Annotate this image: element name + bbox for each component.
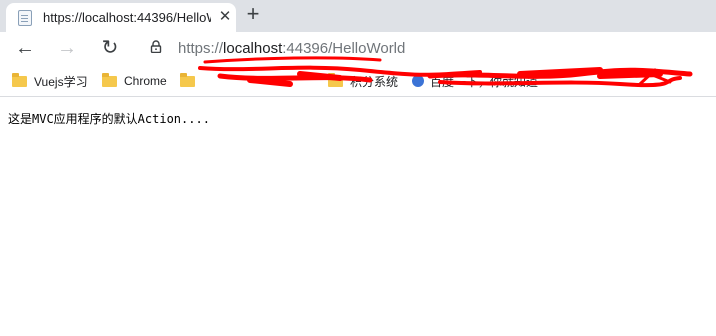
browser-tab[interactable]: https://localhost:44396/HelloWorld ✕ (6, 3, 236, 32)
reload-button[interactable]: ↻ (98, 36, 122, 60)
bookmark-folder[interactable] (180, 72, 202, 90)
back-button[interactable]: ← (13, 36, 37, 60)
bookmark-chrome[interactable]: Chrome (102, 72, 167, 90)
folder-icon (102, 72, 117, 87)
url-scheme: https:// (178, 40, 224, 57)
folder-icon (328, 72, 343, 87)
close-tab-icon[interactable]: ✕ (216, 8, 234, 26)
folder-icon (12, 72, 27, 87)
page-body-text: 这是MVC应用程序的默认Action.... (8, 112, 210, 126)
url-host: localhost (223, 40, 283, 57)
tab-title: https://localhost:44396/HelloWorld (43, 10, 211, 25)
folder-icon (180, 72, 195, 87)
toolbar: ← → ↻ https://localhost:44396/HelloWorld (0, 32, 716, 64)
bookmark-points-system[interactable]: 积分系统 (328, 72, 398, 90)
bookmark-vuejs[interactable]: Vuejs学习 (12, 72, 88, 90)
forward-button[interactable]: → (55, 36, 79, 60)
bookmarks-bar: Vuejs学习 Chrome 积分系统 百度一下，你就知道 (0, 64, 716, 97)
baidu-icon (412, 75, 424, 87)
tab-strip: https://localhost:44396/HelloWorld ✕ + (0, 0, 716, 32)
bookmark-label: 百度一下，你就知道 (430, 74, 539, 89)
new-tab-button[interactable]: + (242, 3, 264, 26)
bookmark-label: 积分系统 (350, 74, 399, 89)
bookmark-label: Chrome (124, 74, 167, 88)
bookmark-label: Vuejs学习 (34, 74, 88, 89)
address-bar[interactable]: https://localhost:44396/HelloWorld (178, 40, 405, 57)
lock-icon[interactable] (150, 40, 162, 53)
bookmark-baidu[interactable]: 百度一下，你就知道 (412, 72, 538, 90)
page-icon (18, 10, 32, 26)
url-path: :44396/HelloWorld (282, 40, 406, 57)
